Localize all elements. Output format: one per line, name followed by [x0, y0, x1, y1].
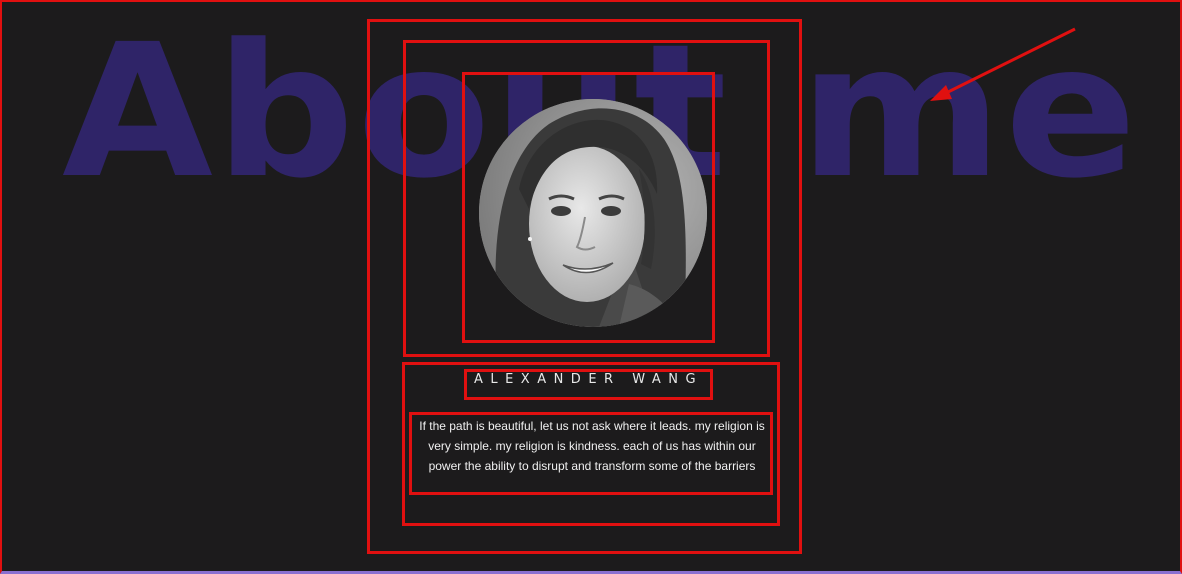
annotation-box-photo	[462, 72, 715, 343]
about-section: About me ALEXANDER WANG If the path is b…	[0, 0, 1182, 574]
profile-name: Alexander Wang	[473, 372, 704, 387]
profile-bio: If the path is beautiful, let us not ask…	[419, 419, 765, 473]
